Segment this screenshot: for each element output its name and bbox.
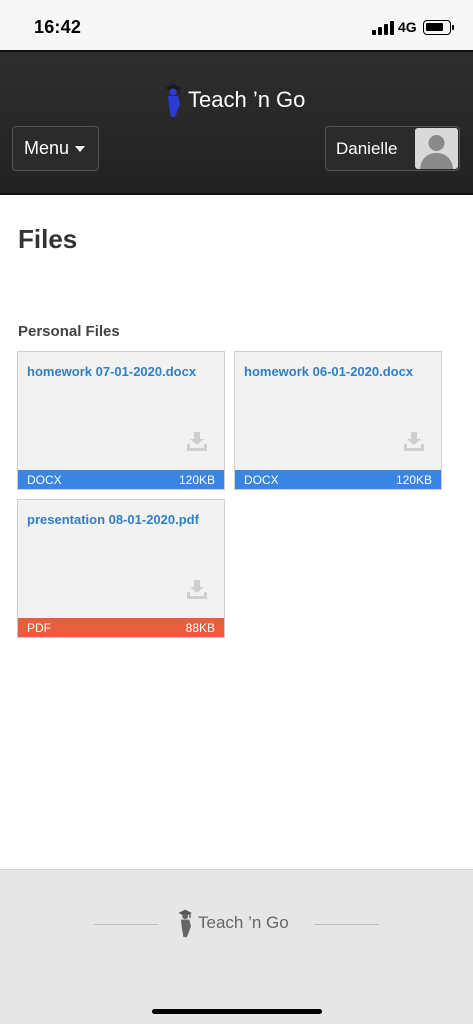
network-type: 4G	[398, 19, 417, 35]
footer-divider-right	[315, 924, 379, 925]
section-title: Personal Files	[18, 323, 120, 340]
file-card[interactable]: presentation 08-01-2020.pdf PDF 88KB	[17, 499, 225, 638]
user-name: Danielle	[336, 138, 398, 158]
brand-name: Teach ’n Go	[188, 87, 306, 112]
file-card[interactable]: homework 07-01-2020.docx DOCX 120KB	[17, 351, 225, 490]
menu-label: Menu	[24, 138, 70, 158]
page-title: Files	[18, 224, 78, 254]
file-name-link[interactable]: homework 07-01-2020.docx	[27, 364, 196, 379]
file-type: DOCX	[244, 472, 279, 487]
avatar	[415, 128, 458, 169]
teacher-figure-icon	[165, 84, 181, 117]
file-size: 120KB	[178, 472, 215, 487]
user-silhouette-icon	[420, 135, 453, 169]
footer-brand-name: Teach ’n Go	[198, 913, 289, 932]
file-size: 88KB	[185, 620, 215, 635]
file-name-link[interactable]: presentation 08-01-2020.pdf	[27, 512, 199, 527]
status-bar: 16:42 4G	[0, 0, 473, 50]
menu-button[interactable]: Menu	[12, 126, 99, 171]
app-header: Teach ’n Go Menu Danielle	[0, 50, 473, 195]
teacher-figure-icon	[178, 909, 192, 938]
home-indicator[interactable]	[152, 1009, 322, 1014]
file-card[interactable]: homework 06-01-2020.docx DOCX 120KB	[234, 351, 442, 490]
battery-icon	[423, 20, 454, 35]
file-info-bar: PDF 88KB	[18, 618, 224, 637]
footer-divider-left	[94, 924, 158, 925]
brand-logo[interactable]: Teach ’n Go	[162, 82, 305, 118]
caret-down-icon	[75, 145, 86, 152]
download-icon[interactable]	[186, 432, 208, 452]
user-menu-button[interactable]: Danielle	[325, 126, 460, 171]
download-icon[interactable]	[186, 580, 208, 600]
download-icon[interactable]	[403, 432, 425, 452]
footer: Teach ’n Go	[0, 869, 473, 1024]
file-type: PDF	[27, 620, 51, 635]
file-type: DOCX	[27, 472, 62, 487]
file-size: 120KB	[395, 472, 432, 487]
signal-icon	[372, 21, 396, 35]
file-info-bar: DOCX 120KB	[18, 470, 224, 489]
status-time: 16:42	[34, 17, 82, 37]
file-info-bar: DOCX 120KB	[235, 470, 441, 489]
footer-logo[interactable]: Teach ’n Go	[176, 908, 289, 938]
battery-level	[426, 23, 443, 31]
file-name-link[interactable]: homework 06-01-2020.docx	[244, 364, 413, 379]
